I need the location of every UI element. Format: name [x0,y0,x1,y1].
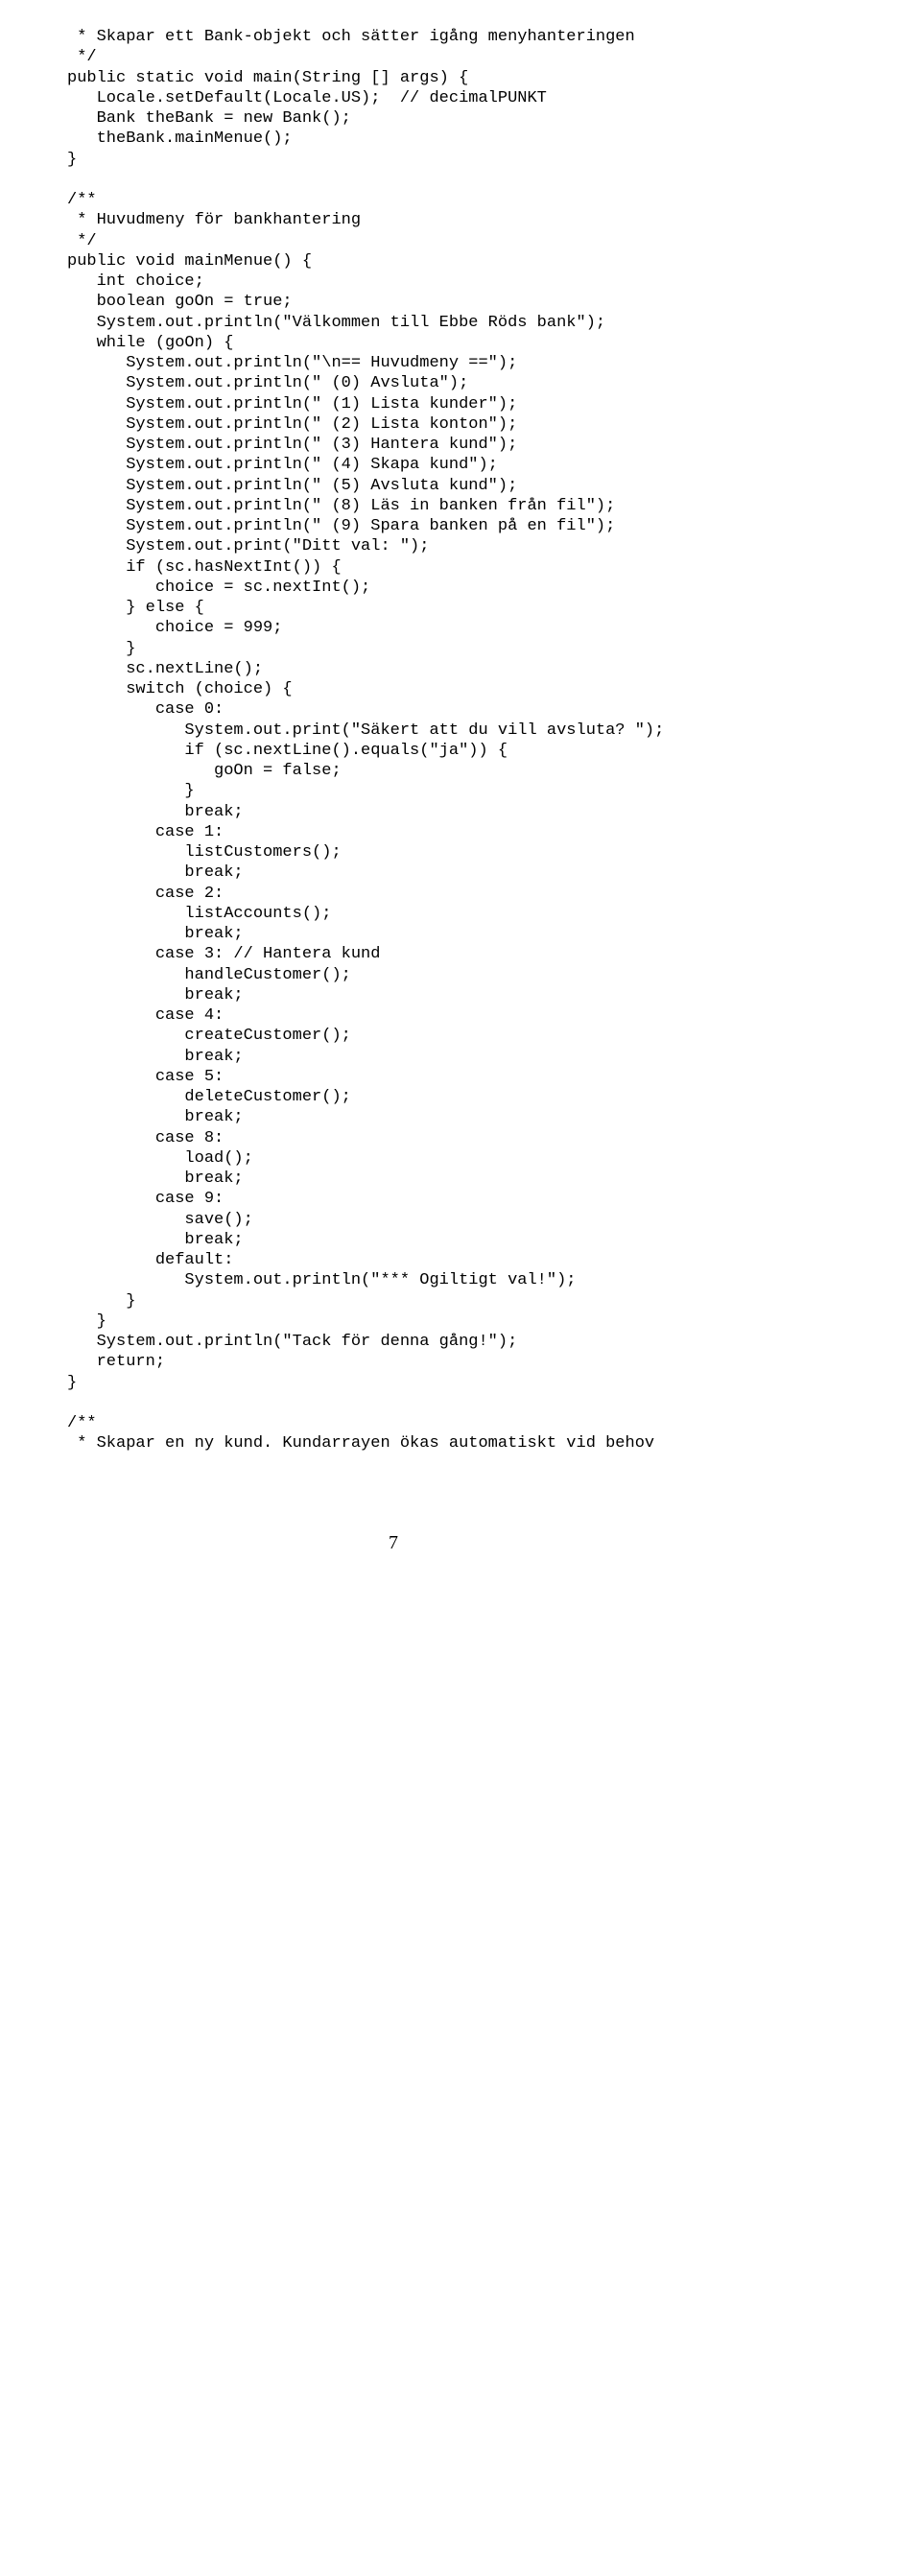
page-number: 7 [0,1531,787,1555]
code-block: * Skapar ett Bank-objekt och sätter igån… [0,0,921,1493]
